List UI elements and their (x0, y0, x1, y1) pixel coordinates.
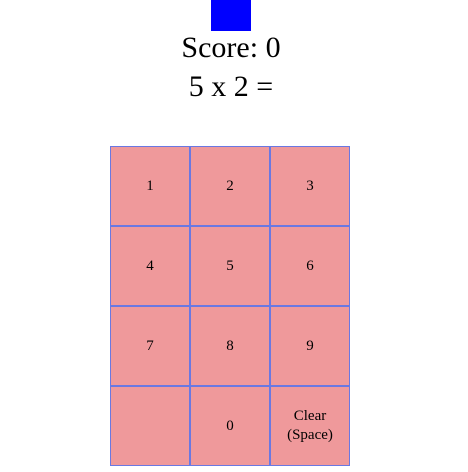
key-2[interactable]: 2 (190, 146, 270, 226)
key-9[interactable]: 9 (270, 306, 350, 386)
key-0[interactable]: 0 (190, 386, 270, 466)
key-blank (110, 386, 190, 466)
key-4[interactable]: 4 (110, 226, 190, 306)
math-question: 5 x 2 = (188, 70, 274, 103)
key-3[interactable]: 3 (270, 146, 350, 226)
clear-button[interactable]: Clear (Space) (270, 386, 350, 466)
key-6[interactable]: 6 (270, 226, 350, 306)
key-7[interactable]: 7 (110, 306, 190, 386)
key-5[interactable]: 5 (190, 226, 270, 306)
key-1[interactable]: 1 (110, 146, 190, 226)
blue-indicator (211, 0, 251, 31)
number-keypad: 1 2 3 4 5 6 7 8 9 0 Clear (Space) (110, 146, 350, 466)
score-display: Score: 0 (181, 31, 281, 64)
key-8[interactable]: 8 (190, 306, 270, 386)
